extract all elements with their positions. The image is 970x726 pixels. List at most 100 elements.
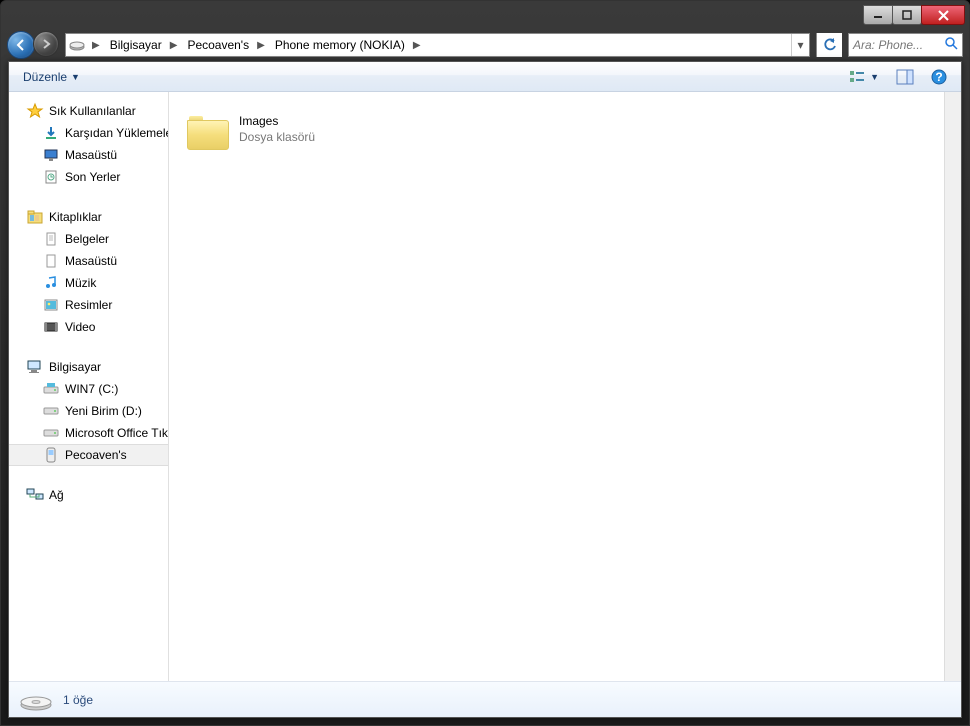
sidebar-item-label: Belgeler xyxy=(65,232,109,246)
help-icon: ? xyxy=(931,69,947,85)
drive-icon xyxy=(43,381,59,397)
help-button[interactable]: ? xyxy=(925,66,953,88)
sidebar-item-lib-desktop[interactable]: Masaüstü xyxy=(9,250,168,272)
picture-icon xyxy=(43,297,59,313)
computer-group: Bilgisayar WIN7 (C:) Yeni Birim (D:) Mic… xyxy=(9,356,168,466)
sidebar-item-label: Müzik xyxy=(65,276,96,290)
desktop-icon xyxy=(43,147,59,163)
chevron-right-icon[interactable]: ▶ xyxy=(166,40,182,51)
chevron-right-icon[interactable]: ▶ xyxy=(253,40,269,51)
drive-icon xyxy=(19,689,51,711)
location-icon xyxy=(66,39,88,51)
close-button[interactable] xyxy=(921,5,965,25)
sidebar-item-label: Pecoaven's xyxy=(65,448,127,462)
breadcrumb-item[interactable]: Bilgisayar xyxy=(104,34,166,56)
favorites-label: Sık Kullanılanlar xyxy=(49,104,136,118)
explorer-window: ▶ Bilgisayar ▶ Pecoaven's ▶ Phone memory… xyxy=(0,0,970,726)
preview-pane-icon xyxy=(897,70,913,84)
network-label: Ağ xyxy=(49,488,64,502)
command-bar: Düzenle ▼ ▼ ? xyxy=(9,62,961,92)
sidebar-item-pecoavens[interactable]: Pecoaven's xyxy=(9,444,168,466)
video-icon xyxy=(43,319,59,335)
sidebar-item-drive-d[interactable]: Yeni Birim (D:) xyxy=(9,400,168,422)
sidebar-item-label: Resimler xyxy=(65,298,112,312)
navigation-pane: Sık Kullanılanlar Karşıdan Yüklemeler Ma… xyxy=(9,92,169,681)
sidebar-item-office[interactable]: Microsoft Office Tıkla xyxy=(9,422,168,444)
preview-pane-button[interactable] xyxy=(891,67,919,87)
sidebar-item-label: WIN7 (C:) xyxy=(65,382,118,396)
address-dropdown-button[interactable]: ▾ xyxy=(791,34,809,56)
libraries-header[interactable]: Kitaplıklar xyxy=(9,206,168,228)
drive-icon xyxy=(43,403,59,419)
forward-button[interactable] xyxy=(33,31,59,57)
organize-button[interactable]: Düzenle ▼ xyxy=(17,67,86,87)
breadcrumb-label: Pecoaven's xyxy=(187,38,249,52)
sidebar-item-recent[interactable]: Son Yerler xyxy=(9,166,168,188)
libraries-label: Kitaplıklar xyxy=(49,210,102,224)
search-placeholder: Ara: Phone... xyxy=(853,38,923,52)
view-icon xyxy=(850,70,866,84)
sidebar-item-music[interactable]: Müzik xyxy=(9,272,168,294)
file-name: Images xyxy=(239,114,315,130)
maximize-button[interactable] xyxy=(892,5,922,25)
phone-icon xyxy=(43,447,59,463)
computer-label: Bilgisayar xyxy=(49,360,101,374)
file-meta: Images Dosya klasörü xyxy=(239,114,315,145)
sidebar-item-label: Karşıdan Yüklemeler xyxy=(65,126,169,140)
sidebar-item-pictures[interactable]: Resimler xyxy=(9,294,168,316)
back-button[interactable] xyxy=(7,31,35,59)
breadcrumb-item[interactable]: Pecoaven's xyxy=(181,34,253,56)
sidebar-item-label: Video xyxy=(65,320,95,334)
file-list[interactable]: Images Dosya klasörü xyxy=(169,92,944,681)
titlebar xyxy=(1,1,969,29)
sidebar-item-desktop[interactable]: Masaüstü xyxy=(9,144,168,166)
sidebar-item-label: Masaüstü xyxy=(65,148,117,162)
favorites-header[interactable]: Sık Kullanılanlar xyxy=(9,100,168,122)
file-type: Dosya klasörü xyxy=(239,130,315,146)
sidebar-item-label: Masaüstü xyxy=(65,254,117,268)
svg-text:?: ? xyxy=(935,70,942,84)
client-area: Düzenle ▼ ▼ ? xyxy=(8,61,962,718)
sidebar-item-drive-c[interactable]: WIN7 (C:) xyxy=(9,378,168,400)
star-icon xyxy=(27,103,43,119)
nav-buttons xyxy=(7,31,59,59)
document-icon xyxy=(43,253,59,269)
sidebar-item-documents[interactable]: Belgeler xyxy=(9,228,168,250)
sidebar-item-videos[interactable]: Video xyxy=(9,316,168,338)
recent-icon xyxy=(43,169,59,185)
sidebar-item-label: Yeni Birim (D:) xyxy=(65,404,142,418)
download-icon xyxy=(43,125,59,141)
folder-item[interactable]: Images Dosya klasörü xyxy=(183,106,403,154)
organize-label: Düzenle xyxy=(23,70,67,84)
breadcrumb-item[interactable]: Phone memory (NOKIA) xyxy=(269,34,409,56)
search-input[interactable]: Ara: Phone... xyxy=(848,33,963,57)
sidebar-item-label: Microsoft Office Tıkla xyxy=(65,426,169,440)
chevron-down-icon: ▼ xyxy=(870,72,879,82)
network-icon xyxy=(27,487,43,503)
view-options-button[interactable]: ▼ xyxy=(844,67,885,87)
refresh-button[interactable] xyxy=(816,33,842,57)
music-icon xyxy=(43,275,59,291)
explorer-body: Sık Kullanılanlar Karşıdan Yüklemeler Ma… xyxy=(9,92,961,681)
breadcrumb-label: Bilgisayar xyxy=(110,38,162,52)
computer-header[interactable]: Bilgisayar xyxy=(9,356,168,378)
folder-icon xyxy=(187,110,229,150)
favorites-group: Sık Kullanılanlar Karşıdan Yüklemeler Ma… xyxy=(9,100,168,188)
network-header[interactable]: Ağ xyxy=(9,484,168,506)
sidebar-item-downloads[interactable]: Karşıdan Yüklemeler xyxy=(9,122,168,144)
chevron-down-icon: ▼ xyxy=(71,72,80,82)
libraries-group: Kitaplıklar Belgeler Masaüstü Müzik xyxy=(9,206,168,338)
window-controls xyxy=(864,5,965,25)
minimize-button[interactable] xyxy=(863,5,893,25)
status-text: 1 öğe xyxy=(63,693,93,707)
vertical-scrollbar[interactable] xyxy=(944,92,961,681)
chevron-right-icon[interactable]: ▶ xyxy=(409,40,425,51)
status-bar: 1 öğe xyxy=(9,681,961,717)
drive-icon xyxy=(43,425,59,441)
navigation-bar: ▶ Bilgisayar ▶ Pecoaven's ▶ Phone memory… xyxy=(1,29,969,61)
address-bar[interactable]: ▶ Bilgisayar ▶ Pecoaven's ▶ Phone memory… xyxy=(65,33,810,57)
computer-icon xyxy=(27,359,43,375)
sidebar-item-label: Son Yerler xyxy=(65,170,120,184)
search-icon xyxy=(945,37,958,53)
chevron-right-icon[interactable]: ▶ xyxy=(88,40,104,51)
